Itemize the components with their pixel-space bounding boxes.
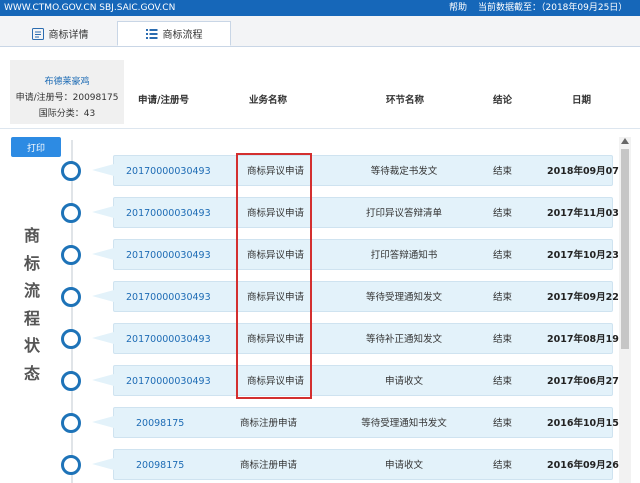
tab-label: 商标详情 (48, 30, 89, 41)
cell-result: 结束 (493, 292, 513, 303)
registration-number: 申请/注册号：20098175 (15, 93, 119, 103)
col-header-result: 结论 (493, 95, 513, 106)
trademark-info-box: 布德莱豪鸡 申请/注册号：20098175 国际分类：43 (10, 60, 124, 124)
timeline-node-icon (61, 371, 81, 391)
cell-date: 2017年06月27日 (547, 376, 629, 387)
cell-app-no: 20170000030493 (126, 250, 211, 261)
flow-row[interactable]: 20170000030493 商标异议申请 申请收文 结束 2017年06月27日 (92, 365, 628, 396)
cell-date: 2016年09月26日 (547, 460, 629, 471)
tab-label: 商标流程 (162, 30, 203, 41)
cell-app-no: 20098175 (136, 460, 185, 471)
cell-business: 商标注册申请 (240, 460, 298, 471)
document-icon (31, 27, 44, 40)
timeline-node-icon (61, 413, 81, 433)
flow-row[interactable]: 20098175 商标注册申请 等待受理通知书发文 结束 2016年10月15日 (92, 407, 628, 438)
cell-app-no: 20098175 (136, 418, 185, 429)
timeline-node-icon (61, 245, 81, 265)
col-header-business: 业务名称 (249, 95, 288, 106)
timeline-node-icon (61, 329, 81, 349)
cell-date: 2017年09月22日 (547, 292, 629, 303)
side-title-char: 流 (23, 281, 40, 301)
row-pointer (92, 458, 114, 470)
help-link[interactable]: 帮助 (449, 0, 467, 16)
cell-date: 2017年11月03日 (547, 208, 629, 219)
cell-business: 商标注册申请 (240, 418, 298, 429)
timeline-node-icon (61, 161, 81, 181)
cell-step: 打印答辩通知书 (370, 250, 438, 261)
cell-step: 等待补正通知发文 (365, 334, 442, 345)
col-header-app-no: 申请/注册号 (138, 95, 189, 106)
row-pointer (92, 248, 114, 260)
cell-result: 结束 (493, 460, 513, 471)
cell-step: 申请收文 (384, 376, 423, 387)
data-date: 当前数据截至：（2018年09月25日） (478, 3, 628, 13)
top-bar: WWW.CTMO.GOV.CN SBJ.SAIC.GOV.CN 帮助 当前数据截… (0, 0, 640, 16)
cell-app-no: 20170000030493 (126, 376, 211, 387)
cell-app-no: 20170000030493 (126, 208, 211, 219)
trademark-name: 布德莱豪鸡 (44, 77, 90, 87)
highlight-box (236, 153, 312, 399)
scroll-up-arrow[interactable] (621, 138, 629, 144)
international-class: 国际分类：43 (38, 109, 96, 119)
row-pointer (92, 416, 114, 428)
col-header-step: 环节名称 (386, 95, 425, 106)
cell-app-no: 20170000030493 (126, 334, 211, 345)
flow-row[interactable]: 20170000030493 商标异议申请 等待补正通知发文 结束 2017年08月19… (92, 323, 628, 354)
cell-result: 结束 (493, 250, 513, 261)
row-pointer (92, 206, 114, 218)
cell-date: 2016年10月15日 (547, 418, 629, 429)
cell-date: 2017年08月19日 (547, 334, 629, 345)
header-divider (0, 128, 640, 129)
cell-result: 结束 (493, 334, 513, 345)
flow-row[interactable]: 20170000030493 商标异议申请 等待裁定书发文 结束 2018年09月07日 (92, 155, 628, 186)
cell-result: 结束 (493, 166, 513, 177)
tab-bar: 商标详情 商标流程 (0, 16, 640, 47)
site-urls: WWW.CTMO.GOV.CN SBJ.SAIC.GOV.CN (4, 3, 176, 13)
tab-trademark-flow[interactable]: 商标流程 (117, 21, 231, 46)
side-title-char: 状 (23, 336, 40, 356)
side-title-char: 态 (23, 363, 40, 383)
cell-step: 等待受理通知书发文 (361, 418, 447, 429)
cell-step: 等待受理通知发文 (365, 292, 442, 303)
row-pointer (92, 374, 114, 386)
cell-result: 结束 (493, 376, 513, 387)
flow-row[interactable]: 20170000030493 商标异议申请 等待受理通知发文 结束 2017年09月22… (92, 281, 628, 312)
cell-app-no: 20170000030493 (126, 292, 211, 303)
cell-result: 结束 (493, 208, 513, 219)
print-button[interactable]: 打印 (11, 137, 61, 157)
cell-app-no: 20170000030493 (126, 166, 211, 177)
timeline-node-icon (61, 287, 81, 307)
timeline-node-icon (61, 455, 81, 475)
row-pointer (92, 332, 114, 344)
scrollbar-thumb[interactable] (621, 149, 629, 349)
cell-step: 等待裁定书发文 (370, 166, 438, 177)
side-title-char: 程 (23, 308, 40, 328)
timeline-node-icon (61, 203, 81, 223)
cell-step: 打印异议答辩清单 (365, 208, 442, 219)
cell-result: 结束 (493, 418, 513, 429)
side-title-char: 商 (23, 226, 40, 245)
side-title-char: 标 (23, 253, 40, 273)
row-pointer (92, 164, 114, 176)
cell-step: 申请收文 (384, 460, 423, 471)
side-title: 商 标 流 程 状 态 (21, 222, 43, 388)
tab-trademark-details[interactable]: 商标详情 (10, 21, 110, 46)
list-icon (145, 28, 157, 39)
row-pointer (92, 290, 114, 302)
cell-date: 2018年09月07日 (547, 166, 629, 177)
flow-row[interactable]: 20098175 商标注册申请 申请收文 结束 2016年09月26日 (92, 449, 628, 480)
col-header-date: 日期 (572, 95, 592, 106)
flow-row[interactable]: 20170000030493 商标异议申请 打印答辩通知书 结束 2017年10月23日 (92, 239, 628, 270)
cell-date: 2017年10月23日 (547, 250, 629, 261)
flow-row[interactable]: 20170000030493 商标异议申请 打印异议答辩清单 结束 2017年11月03… (92, 197, 628, 228)
